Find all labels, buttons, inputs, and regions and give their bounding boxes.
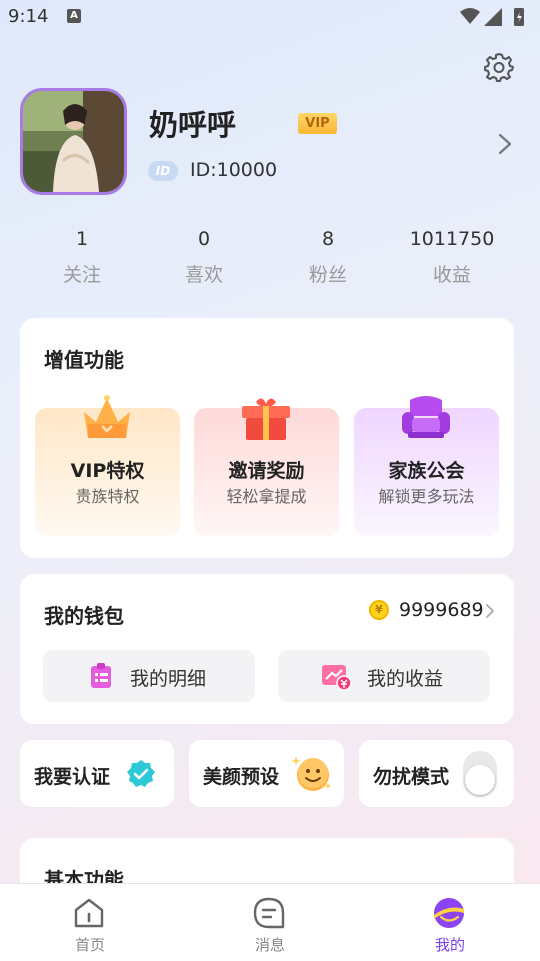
my-earnings-label: 我的收益 <box>367 668 444 690</box>
feature-invite[interactable]: 邀请奖励 轻松拿提成 <box>194 398 339 536</box>
nav-messages[interactable]: 消息 <box>180 884 360 961</box>
stat-likes[interactable]: 0 喜欢 <box>142 228 266 287</box>
smiley-face-icon <box>291 756 331 791</box>
user-name: 奶呼呼 <box>149 108 237 142</box>
stat-label: 关注 <box>62 264 101 286</box>
do-not-disturb-label: 勿扰模式 <box>373 766 450 788</box>
verify-tile[interactable]: 我要认证 <box>20 740 174 807</box>
clipboard-list-icon <box>91 663 111 688</box>
stat-value: 1011750 <box>409 228 495 250</box>
avatar[interactable] <box>20 88 127 195</box>
feature-subtitle: 贵族特权 <box>75 487 140 506</box>
wallet-chevron-right-icon[interactable] <box>484 602 496 620</box>
beauty-preset-tile[interactable]: 美颜预设 <box>189 740 344 807</box>
do-not-disturb-tile[interactable]: 勿扰模式 <box>359 740 514 807</box>
stat-value: 0 <box>197 228 211 250</box>
stat-following[interactable]: 1 关注 <box>20 228 144 287</box>
status-time: 9:14 <box>8 6 49 27</box>
profile-chevron-right-icon[interactable] <box>494 131 516 157</box>
home-icon <box>74 898 104 928</box>
bottom-nav: 首页 消息 我的 <box>0 883 540 961</box>
stat-label: 收益 <box>432 264 471 286</box>
nav-messages-label: 消息 <box>254 936 285 954</box>
coin-icon: ¥ <box>369 600 389 620</box>
feature-subtitle: 解锁更多玩法 <box>378 487 475 506</box>
earnings-chart-icon <box>322 665 352 691</box>
my-details-button[interactable]: 我的明细 <box>43 650 255 702</box>
verify-label: 我要认证 <box>34 766 111 788</box>
beauty-preset-label: 美颜预设 <box>203 766 280 788</box>
sofa-icon <box>402 396 450 438</box>
do-not-disturb-toggle[interactable] <box>463 751 497 797</box>
feature-title: 家族公会 <box>388 460 465 482</box>
notification-icon: A <box>67 9 81 23</box>
stat-value: 1 <box>75 228 89 250</box>
wifi-icon <box>460 8 480 24</box>
status-icons <box>460 8 524 26</box>
toggle-knob <box>465 765 495 795</box>
avatar-photo <box>23 91 124 192</box>
stat-fans[interactable]: 8 粉丝 <box>266 228 390 287</box>
feature-vip[interactable]: VIP特权 贵族特权 <box>35 395 180 536</box>
nav-mine-label: 我的 <box>434 936 465 954</box>
stat-label: 喜欢 <box>184 264 223 286</box>
user-id: ID:10000 <box>190 159 278 181</box>
feature-subtitle: 轻松拿提成 <box>226 487 307 506</box>
feature-family[interactable]: 家族公会 解锁更多玩法 <box>354 396 499 536</box>
feature-title: 邀请奖励 <box>228 460 305 482</box>
my-details-label: 我的明细 <box>130 668 207 690</box>
nav-home-label: 首页 <box>74 936 105 954</box>
settings-gear-icon[interactable] <box>483 51 515 83</box>
wallet-title: 我的钱包 <box>44 604 124 628</box>
nav-mine[interactable]: 我的 <box>360 884 540 961</box>
stat-label: 粉丝 <box>308 264 347 286</box>
nav-home[interactable]: 首页 <box>0 884 180 961</box>
stat-earnings[interactable]: 1011750 收益 <box>390 228 514 287</box>
wallet-card: 我的钱包 ¥ 9999689 我的明细 我的收益 <box>20 574 514 724</box>
feature-title: VIP特权 <box>70 460 145 482</box>
status-bar: 9:14 A <box>0 0 540 34</box>
value-added-card: 增值功能 VIP特权 贵族特权 邀请奖励 轻松拿提成 家族公会 解锁更多玩法 <box>20 318 514 558</box>
wallet-balance[interactable]: 9999689 <box>399 599 484 621</box>
planet-icon <box>434 898 464 928</box>
vip-badge: VIP <box>298 113 337 134</box>
gift-icon <box>242 398 290 440</box>
value-added-title: 增值功能 <box>44 348 124 372</box>
message-icon <box>253 897 285 929</box>
verified-badge-icon <box>127 760 155 787</box>
my-earnings-button[interactable]: 我的收益 <box>278 650 490 702</box>
stat-value: 8 <box>321 228 335 250</box>
id-badge-icon: ID <box>148 161 178 181</box>
profile-stats: 1 关注 0 喜欢 8 粉丝 1011750 收益 <box>20 228 520 298</box>
signal-icon <box>484 8 502 26</box>
crown-icon <box>84 395 130 438</box>
